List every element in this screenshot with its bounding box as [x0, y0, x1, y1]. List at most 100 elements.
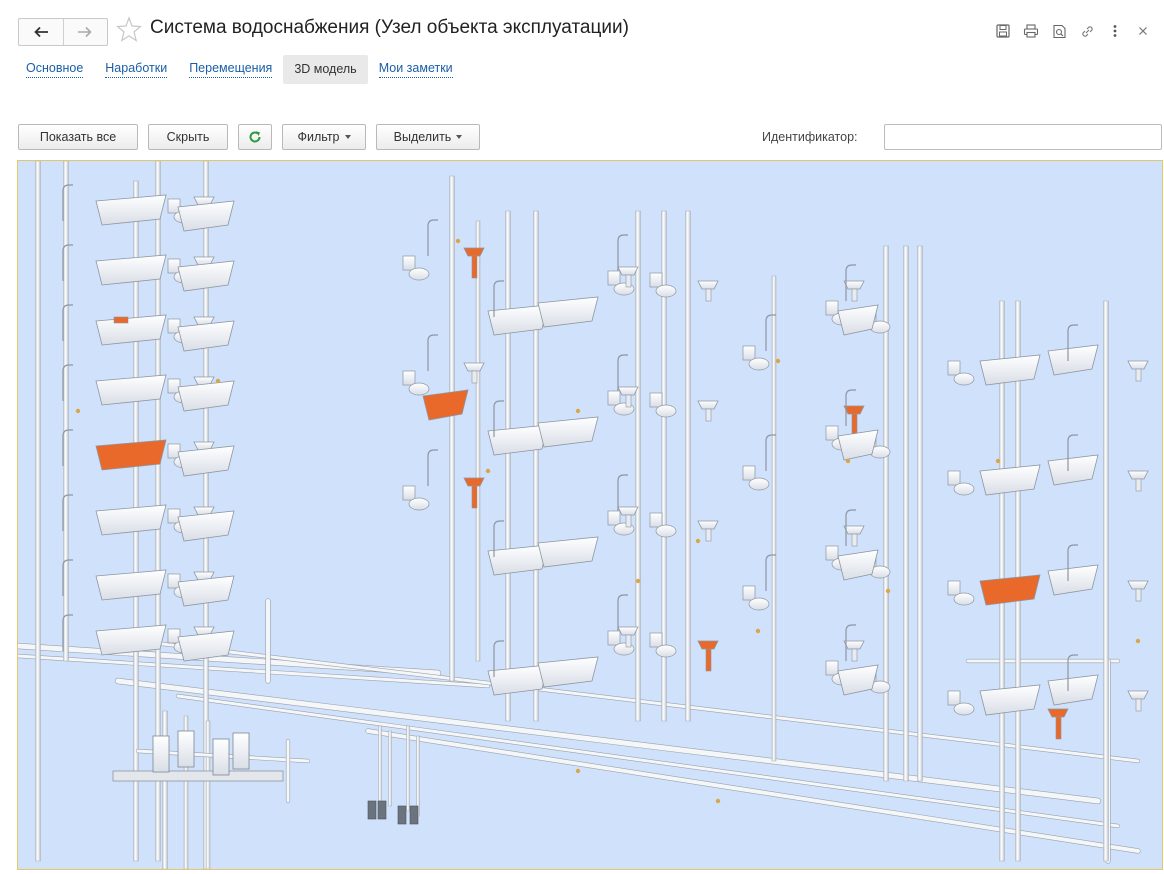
sink-pedestal: [851, 413, 858, 437]
more-button[interactable]: [1104, 20, 1126, 42]
drain-stub: [377, 800, 387, 820]
shower-head: [617, 354, 628, 391]
highlighted-sink: [697, 640, 719, 650]
tab-movements[interactable]: Перемещения: [189, 61, 273, 78]
toilet-tank: [167, 443, 181, 459]
print-button[interactable]: [1020, 20, 1042, 42]
identifier-input[interactable]: [884, 124, 1162, 150]
sink: [617, 386, 639, 396]
3d-scene[interactable]: [18, 161, 1162, 869]
sink-pedestal: [705, 528, 712, 542]
hide-button[interactable]: Скрыть: [148, 124, 228, 150]
bathtub: [1047, 344, 1099, 376]
sink: [697, 280, 719, 290]
sink-pedestal: [851, 533, 858, 547]
toilet-tank: [947, 690, 961, 706]
riser-pipe: [162, 710, 168, 869]
highlighted-bathtub: [422, 389, 469, 421]
bathtub: [177, 575, 235, 607]
floppy-disk-icon: [996, 24, 1010, 38]
shower-head: [427, 219, 438, 256]
highlighted-bathtub: [979, 574, 1041, 606]
toilet-tank: [167, 628, 181, 644]
3d-model-viewport[interactable]: [17, 160, 1163, 870]
highlighted-sink: [843, 405, 865, 415]
refresh-icon: [249, 131, 261, 143]
toilet-tank: [607, 270, 621, 286]
sink-pedestal: [471, 485, 478, 509]
save-button[interactable]: [992, 20, 1014, 42]
valve-marker: [215, 378, 221, 384]
title-bar: Система водоснабжения (Узел объекта эксп…: [0, 0, 1164, 58]
sink: [697, 520, 719, 530]
toilet-tank: [607, 510, 621, 526]
sink-pedestal: [1135, 588, 1142, 602]
riser-pipe: [388, 730, 392, 807]
riser-pipe: [685, 210, 691, 722]
toilet-bowl: [655, 644, 677, 658]
riser-pipe: [771, 275, 777, 762]
toilet-tank: [649, 272, 663, 288]
toilet-tank: [607, 390, 621, 406]
bathtub: [1047, 564, 1099, 596]
forward-button[interactable]: [62, 19, 108, 45]
identifier-label: Идентификатор:: [762, 130, 858, 144]
toilet-tank: [402, 370, 416, 386]
toilet-tank: [649, 632, 663, 648]
star-icon: [115, 16, 143, 42]
back-button[interactable]: [19, 19, 63, 45]
valve-marker: [635, 578, 641, 584]
bathtub: [537, 656, 599, 688]
show-all-button[interactable]: Показать все: [18, 124, 138, 150]
toilet-bowl: [408, 497, 430, 511]
chevron-down-icon: [344, 135, 351, 139]
toilet-tank: [742, 465, 756, 481]
bathtub: [177, 320, 235, 352]
toilet-bowl: [655, 284, 677, 298]
riser-pipe: [63, 161, 69, 662]
toilet-bowl: [655, 404, 677, 418]
toilet-bowl: [408, 267, 430, 281]
sink: [1127, 690, 1149, 700]
hide-label: Скрыть: [166, 130, 210, 144]
favorite-button[interactable]: [115, 16, 143, 42]
toilet-bowl: [655, 524, 677, 538]
pump-unit: [212, 738, 230, 776]
toilet-tank: [167, 198, 181, 214]
window-tools: [992, 20, 1154, 42]
valve-marker: [485, 468, 491, 474]
print-preview-button[interactable]: [1048, 20, 1070, 42]
main-pipe: [176, 694, 1120, 828]
highlighted-valve: [113, 316, 129, 324]
select-button[interactable]: Выделить: [376, 124, 480, 150]
tab-runtime[interactable]: Наработки: [105, 61, 168, 78]
shower-head: [617, 234, 628, 271]
copy-link-button[interactable]: [1076, 20, 1098, 42]
sink-pedestal: [851, 288, 858, 302]
tab-main[interactable]: Основное: [26, 61, 84, 78]
toilet-tank: [167, 573, 181, 589]
tab-my-notes[interactable]: Мои заметки: [378, 61, 453, 78]
toilet-bowl: [748, 357, 770, 371]
toilet-tank: [167, 508, 181, 524]
toilet-bowl: [748, 477, 770, 491]
tab-3d-model[interactable]: 3D модель: [283, 54, 368, 84]
bathtub: [537, 296, 599, 328]
navigation-group: [18, 18, 108, 46]
sink-pedestal: [1135, 698, 1142, 712]
toilet-tank: [649, 512, 663, 528]
sink: [843, 525, 865, 535]
close-button[interactable]: [1132, 20, 1154, 42]
sink-pedestal: [1135, 478, 1142, 492]
refresh-button[interactable]: [238, 124, 272, 150]
show-all-label: Показать все: [39, 130, 117, 144]
drain-stub: [367, 800, 377, 820]
bathtub: [177, 200, 235, 232]
drain-stub: [397, 805, 407, 825]
toilet-tank: [167, 258, 181, 274]
sink: [1127, 470, 1149, 480]
sink: [843, 280, 865, 290]
bathtub: [487, 304, 549, 336]
filter-button[interactable]: Фильтр: [282, 124, 366, 150]
sink: [1127, 580, 1149, 590]
